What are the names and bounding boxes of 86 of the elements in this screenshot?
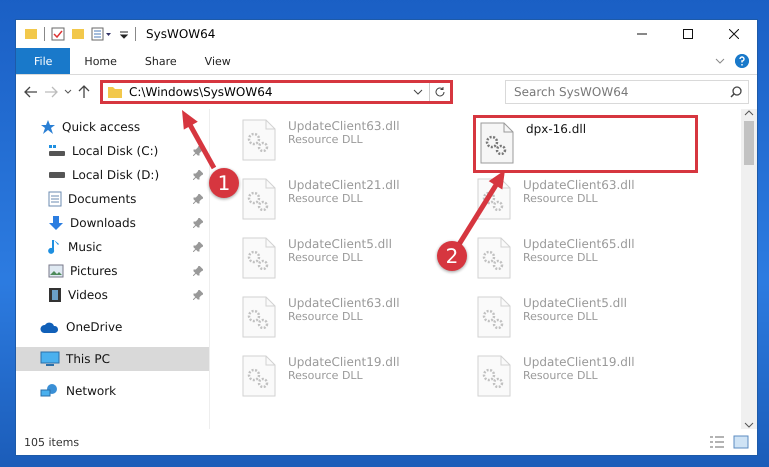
sidebar-item[interactable]: OneDrive [16,315,209,339]
sidebar-item[interactable]: Pictures [16,259,209,283]
file-name: UpdateClient19.dll [288,355,400,369]
music-note-icon [48,239,62,255]
file-name: UpdateClient63.dll [288,119,400,133]
expand-ribbon-icon[interactable] [715,58,725,64]
file-name: dpx-16.dll [526,122,586,136]
dll-file-icon [242,355,276,397]
download-arrow-icon [48,215,64,231]
pin-icon[interactable] [193,290,203,300]
address-bar[interactable]: C:\Windows\SysWOW64 [100,80,453,104]
dll-file-icon [477,296,511,338]
file-name: UpdateClient5.dll [523,296,627,310]
drive-icon [48,172,66,178]
file-type: Resource DLL [523,369,599,382]
window-title: SysWOW64 [145,27,216,41]
dll-file-icon [242,237,276,279]
file-name: UpdateClient63.dll [523,178,635,192]
help-icon[interactable] [735,54,749,68]
file-name: UpdateClient21.dll [288,178,400,192]
file-menu-button[interactable]: File [16,48,70,74]
search-icon[interactable] [730,86,742,98]
scroll-down-icon[interactable] [744,421,754,429]
cloud-icon [40,320,60,334]
film-icon [48,287,62,303]
dll-file-icon [242,296,276,338]
refresh-icon[interactable] [434,86,446,98]
star-icon [40,119,56,135]
maximize-icon[interactable] [683,29,693,39]
monitor-icon [40,351,60,367]
file-type: Resource DLL [288,192,364,205]
pin-icon[interactable] [193,218,203,228]
sidebar-item[interactable]: Downloads [16,211,209,235]
dll-file-icon [242,178,276,220]
dll-file-icon [477,355,511,397]
pin-icon[interactable] [193,266,203,276]
back-arrow-icon[interactable] [24,86,38,98]
sidebar-item[interactable]: Documents [16,187,209,211]
customize-toolbar-icon[interactable] [91,27,113,41]
scrollbar[interactable] [741,109,757,429]
dll-file-icon [477,237,511,279]
recent-locations-icon[interactable] [64,89,72,95]
up-arrow-icon[interactable] [78,85,90,99]
file-name: UpdateClient5.dll [288,237,392,251]
file-type: Resource DLL [288,310,364,323]
folder-icon [107,85,123,99]
ribbon-tab[interactable]: Share [130,48,191,74]
ribbon-tab[interactable]: View [190,48,245,74]
file-name: UpdateClient19.dll [523,355,635,369]
sidebar-item[interactable]: Videos [16,283,209,307]
scrollbar-thumb[interactable] [744,121,754,165]
sidebar-item[interactable]: Local Disk (C:) [16,139,209,163]
close-icon[interactable] [729,29,739,39]
dll-file-icon [477,178,511,220]
file-type: Resource DLL [288,251,364,264]
dll-file-icon [480,122,514,164]
pin-icon[interactable] [193,170,203,180]
drive-icon [48,144,66,158]
search-box[interactable]: Search SysWOW64 [505,80,749,104]
large-icons-view-icon[interactable] [733,435,749,449]
scroll-up-icon[interactable] [744,109,754,117]
pin-icon[interactable] [193,242,203,252]
sidebar-item[interactable]: Music [16,235,209,259]
pin-icon[interactable] [193,194,203,204]
file-name: UpdateClient65.dll [523,237,635,251]
pin-icon[interactable] [193,146,203,156]
file-type: Resource DLL [288,369,364,382]
properties-check-icon[interactable] [51,27,65,41]
ribbon-tab[interactable]: Home [70,48,131,74]
picture-icon [48,264,64,278]
callout-arrow [182,110,216,170]
file-item[interactable]: dpx-16.dll [473,115,698,173]
sidebar-item[interactable]: Local Disk (D:) [16,163,209,187]
document-icon [48,191,62,207]
file-name: UpdateClient63.dll [288,296,400,310]
details-view-icon[interactable] [709,435,725,449]
dll-file-icon [242,119,276,161]
network-icon [40,383,60,399]
file-type: Resource DLL [523,310,599,323]
sidebar-item[interactable]: This PC [16,347,209,371]
item-count: 105 items [24,436,80,448]
sidebar-item[interactable]: Quick access [16,115,209,139]
sidebar-item[interactable]: Network [16,379,209,403]
file-type: Resource DLL [523,251,599,264]
file-type: Resource DLL [523,192,599,205]
file-type: Resource DLL [288,133,364,146]
